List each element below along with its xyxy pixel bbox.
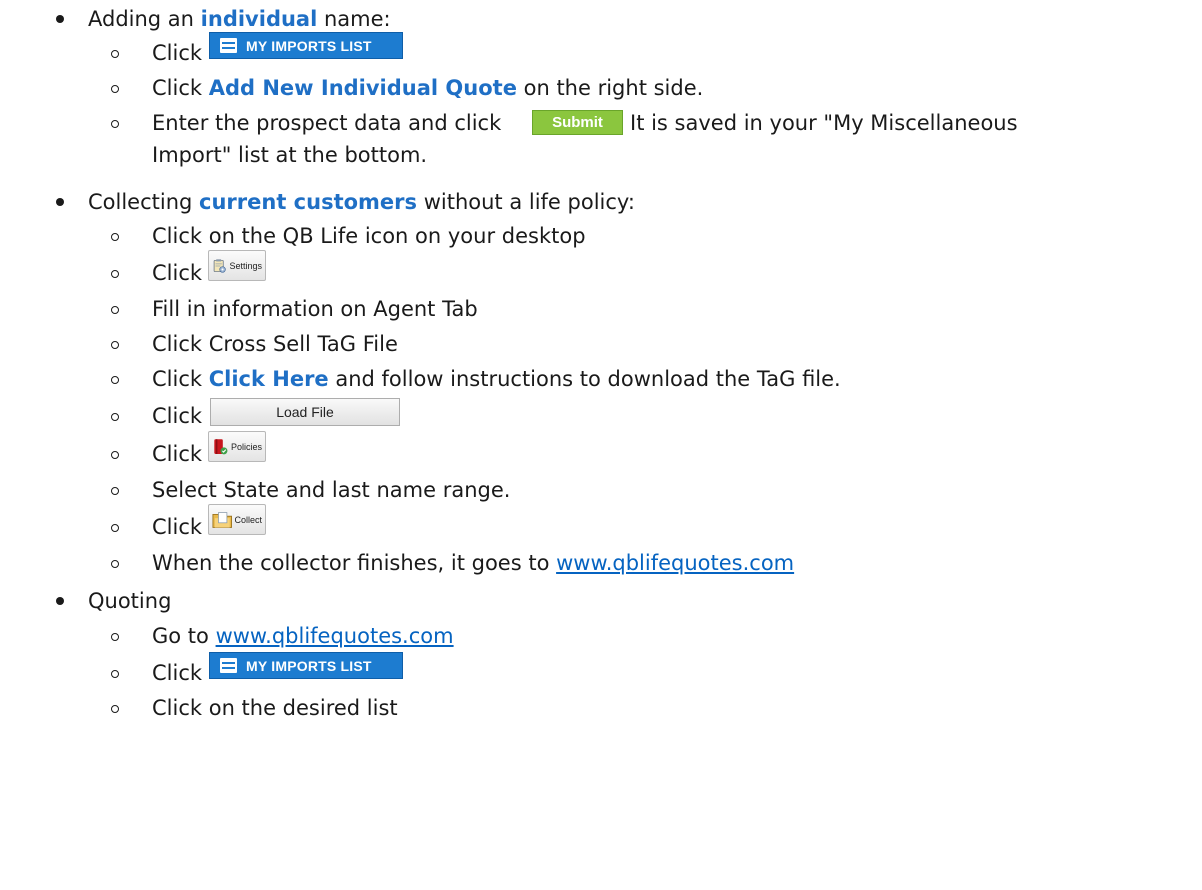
step-text: Click Cross Sell TaG File [152,332,398,356]
section1-heading: Adding an individual name: [88,7,391,31]
qblifequotes-link[interactable]: www.qblifequotes.com [556,551,794,575]
step-text: Click [152,515,203,539]
click-here-link[interactable]: Click Here [209,367,329,391]
step-text: It is saved in your "My Miscellaneous [630,111,1018,135]
sub-bullet [111,233,119,241]
sub-bullet [111,306,119,314]
policies-button[interactable]: Policies [208,431,266,462]
settings-button[interactable]: Settings [208,250,266,281]
collect-icon [212,511,233,528]
sub-bullet [111,524,119,532]
policies-icon [214,438,228,454]
sub-bullet [111,50,119,58]
bullet [56,198,64,206]
step-text: When the collector finishes, it goes to … [152,551,795,575]
step-text: Enter the prospect data and click [152,111,502,135]
bullet [56,597,64,605]
sub-bullet [111,85,119,93]
submit-button[interactable]: Submit [532,110,623,135]
step-text: Fill in information on Agent Tab [152,297,478,321]
current-customers-highlight: current customers [199,190,418,214]
sub-bullet [111,376,119,384]
collect-button[interactable]: Collect [208,504,266,535]
list-icon [220,38,237,53]
add-new-individual-quote-link[interactable]: Add New Individual Quote [209,76,517,100]
sub-bullet [111,670,119,678]
step-text: Click on the QB Life icon on your deskto… [152,224,586,248]
section2-heading: Collecting current customers without a l… [88,190,635,214]
step-text: Click [152,442,203,466]
load-file-button[interactable]: Load File [210,398,400,426]
my-imports-list-button[interactable]: MY IMPORTS LIST [209,652,403,679]
my-imports-list-button[interactable]: MY IMPORTS LIST [209,32,403,59]
sub-bullet [111,120,119,128]
individual-highlight: individual [200,7,318,31]
sub-bullet [111,341,119,349]
qblifequotes-link[interactable]: www.qblifequotes.com [216,624,454,648]
step-text: Select State and last name range. [152,478,511,502]
sub-bullet [111,487,119,495]
sub-bullet [111,560,119,568]
my-imports-list-label: MY IMPORTS LIST [246,37,372,54]
section3-heading: Quoting [88,589,172,613]
sub-bullet [111,413,119,421]
step-text: Click [152,41,203,65]
sub-bullet [111,705,119,713]
step-text: Click Click Here and follow instructions… [152,367,841,391]
step-text: Click [152,404,203,428]
sub-bullet [111,633,119,641]
step-text: Click [152,261,203,285]
step-text: Click [152,661,203,685]
my-imports-list-label: MY IMPORTS LIST [246,657,372,674]
step-text: Click on the desired list [152,696,398,720]
sub-bullet [111,451,119,459]
step-text: Click Add New Individual Quote on the ri… [152,76,704,100]
step-text: Go to www.qblifequotes.com [152,624,454,648]
settings-icon [213,258,226,273]
bullet [56,15,64,23]
list-icon [220,658,237,673]
step-text: Import" list at the bottom. [152,143,428,167]
sub-bullet [111,270,119,278]
